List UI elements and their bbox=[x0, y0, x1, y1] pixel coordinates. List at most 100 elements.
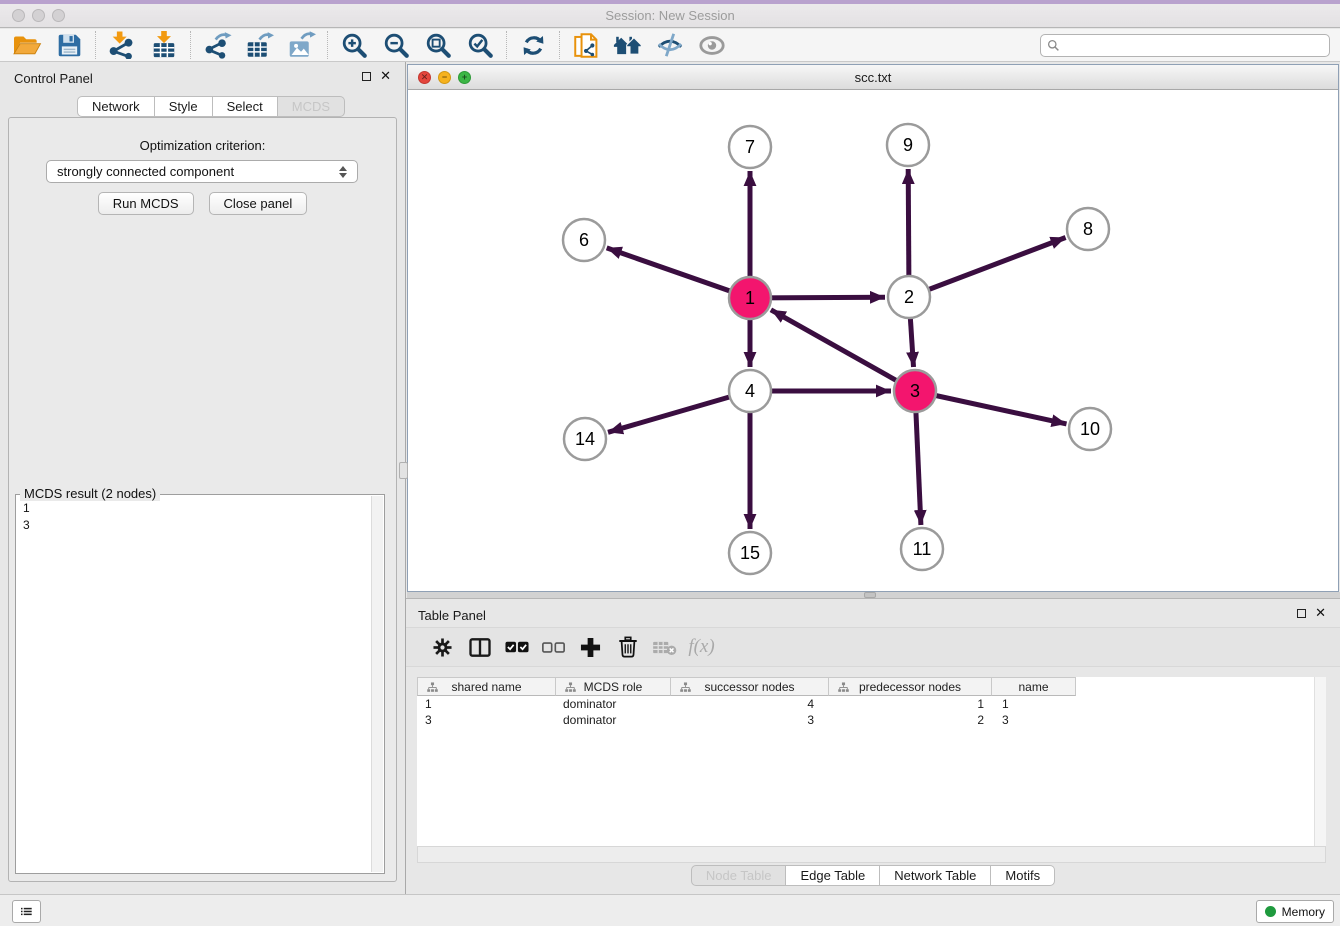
graph-node-7[interactable]: 7 bbox=[729, 126, 771, 168]
main-toolbar bbox=[0, 29, 1340, 62]
column-header-MCDS-role[interactable]: MCDS role bbox=[556, 677, 671, 696]
refresh-layout-icon[interactable] bbox=[512, 29, 554, 61]
table-cell[interactable]: 3 bbox=[671, 712, 829, 728]
save-session-icon[interactable] bbox=[48, 29, 90, 61]
column-header-name[interactable]: name bbox=[992, 677, 1076, 696]
table-cell[interactable]: 1 bbox=[417, 696, 556, 712]
zoom-out-icon[interactable] bbox=[375, 29, 417, 61]
memory-status-icon bbox=[1265, 906, 1276, 917]
mcds-result-line: 1 bbox=[23, 500, 364, 517]
table-cell[interactable]: 1 bbox=[829, 696, 992, 712]
table-settings-icon[interactable] bbox=[424, 629, 461, 665]
table-cell[interactable]: dominator bbox=[556, 712, 671, 728]
graph-node-10[interactable]: 10 bbox=[1069, 408, 1111, 450]
graph-node-11[interactable]: 11 bbox=[901, 528, 943, 570]
task-history-button[interactable] bbox=[12, 900, 41, 923]
split-panel-icon[interactable] bbox=[461, 629, 498, 665]
search-box[interactable] bbox=[1040, 34, 1330, 57]
graph-edge-3-1[interactable] bbox=[771, 310, 915, 391]
run-mcds-button[interactable]: Run MCDS bbox=[98, 192, 194, 215]
table-cell[interactable]: dominator bbox=[556, 696, 671, 712]
criterion-value: strongly connected component bbox=[57, 164, 234, 179]
table-cell[interactable]: 4 bbox=[671, 696, 829, 712]
graph-edge-2-8[interactable] bbox=[909, 238, 1066, 298]
horizontal-splitter-handle[interactable] bbox=[864, 592, 876, 598]
panel-splitter-handle[interactable] bbox=[399, 462, 408, 479]
open-session-icon[interactable] bbox=[6, 29, 48, 61]
graph-node-8[interactable]: 8 bbox=[1067, 208, 1109, 250]
import-table-icon[interactable] bbox=[143, 29, 185, 61]
graph-node-1[interactable]: 1 bbox=[729, 277, 771, 319]
add-column-icon[interactable] bbox=[572, 629, 609, 665]
graph-edge-3-10[interactable] bbox=[915, 391, 1067, 424]
titlebar: Session: New Session bbox=[0, 0, 1340, 28]
table-cell[interactable]: 1 bbox=[992, 696, 1076, 712]
close-panel-icon[interactable]: ✕ bbox=[380, 71, 391, 81]
hide-selected-icon[interactable] bbox=[649, 29, 691, 61]
task-list-icon bbox=[21, 905, 32, 918]
svg-text:2: 2 bbox=[904, 287, 914, 307]
criterion-dropdown[interactable]: strongly connected component bbox=[46, 160, 358, 183]
network-canvas[interactable]: 1 2 3 4 6 7 8 9 10 11 14 15 bbox=[408, 90, 1338, 591]
first-neighbors-icon[interactable] bbox=[607, 29, 649, 61]
tab-select[interactable]: Select bbox=[213, 96, 278, 117]
deselect-all-icon[interactable] bbox=[535, 629, 572, 665]
duplicate-network-icon[interactable] bbox=[565, 29, 607, 61]
tab-mcds[interactable]: MCDS bbox=[278, 96, 345, 117]
column-header-successor-nodes[interactable]: successor nodes bbox=[671, 677, 829, 696]
close-panel-button[interactable]: Close panel bbox=[209, 192, 308, 215]
toolbar-separator bbox=[190, 31, 191, 59]
column-header-predecessor-nodes[interactable]: predecessor nodes bbox=[829, 677, 992, 696]
mcds-tab-content: Optimization criterion: strongly connect… bbox=[8, 117, 397, 882]
graph-node-3[interactable]: 3 bbox=[894, 370, 936, 412]
tab-style[interactable]: Style bbox=[155, 96, 213, 117]
column-header-shared-name[interactable]: shared name bbox=[417, 677, 556, 696]
export-table-icon[interactable] bbox=[238, 29, 280, 61]
zoom-fit-icon[interactable] bbox=[417, 29, 459, 61]
tab-motifs[interactable]: Motifs bbox=[991, 865, 1055, 886]
graph-node-9[interactable]: 9 bbox=[887, 124, 929, 166]
zoom-in-icon[interactable] bbox=[333, 29, 375, 61]
graph-node-4[interactable]: 4 bbox=[729, 370, 771, 412]
table-vertical-scrollbar[interactable] bbox=[1314, 677, 1326, 846]
network-view-window: ✕ − + scc.txt 1 2 3 4 6 7 8 9 10 11 14 15 bbox=[407, 64, 1339, 592]
graph-node-6[interactable]: 6 bbox=[563, 219, 605, 261]
mcds-result-group: MCDS result (2 nodes) 13 bbox=[15, 494, 385, 874]
toolbar-separator bbox=[506, 31, 507, 59]
tab-network-table[interactable]: Network Table bbox=[880, 865, 991, 886]
table-row[interactable]: 3dominator323 bbox=[417, 712, 1076, 728]
table-cell[interactable]: 3 bbox=[992, 712, 1076, 728]
float-table-panel-icon[interactable] bbox=[1297, 609, 1306, 618]
memory-button[interactable]: Memory bbox=[1256, 900, 1334, 923]
table-cell[interactable]: 2 bbox=[829, 712, 992, 728]
svg-text:6: 6 bbox=[579, 230, 589, 250]
graph-node-2[interactable]: 2 bbox=[888, 276, 930, 318]
select-all-icon[interactable] bbox=[498, 629, 535, 665]
tab-network[interactable]: Network bbox=[77, 96, 155, 117]
memory-label: Memory bbox=[1282, 905, 1325, 919]
close-table-panel-icon[interactable]: ✕ bbox=[1315, 608, 1326, 618]
tab-node-table[interactable]: Node Table bbox=[691, 865, 787, 886]
result-scrollbar[interactable] bbox=[371, 496, 383, 872]
export-network-icon[interactable] bbox=[196, 29, 238, 61]
delete-column-icon[interactable] bbox=[609, 629, 646, 665]
table-cell[interactable]: 3 bbox=[417, 712, 556, 728]
mcds-result-text[interactable]: 13 bbox=[17, 497, 370, 872]
search-input[interactable] bbox=[1064, 39, 1323, 53]
import-network-icon[interactable] bbox=[101, 29, 143, 61]
graph-node-14[interactable]: 14 bbox=[564, 418, 606, 460]
graph-node-15[interactable]: 15 bbox=[729, 532, 771, 574]
svg-text:14: 14 bbox=[575, 429, 595, 449]
network-graph[interactable]: 1 2 3 4 6 7 8 9 10 11 14 15 bbox=[408, 90, 1338, 591]
export-image-icon[interactable] bbox=[280, 29, 322, 61]
network-window-titlebar[interactable]: ✕ − + scc.txt bbox=[408, 65, 1338, 90]
show-all-icon[interactable] bbox=[691, 29, 733, 61]
table-panel: Table Panel ✕ bbox=[406, 598, 1340, 894]
table-row[interactable]: 1dominator411 bbox=[417, 696, 1076, 712]
table-horizontal-scrollbar[interactable] bbox=[417, 846, 1326, 863]
graph-edge-1-6[interactable] bbox=[607, 248, 750, 298]
zoom-selected-icon[interactable] bbox=[459, 29, 501, 61]
tab-edge-table[interactable]: Edge Table bbox=[786, 865, 880, 886]
delete-table-icon bbox=[646, 629, 683, 665]
float-panel-icon[interactable] bbox=[362, 72, 371, 81]
